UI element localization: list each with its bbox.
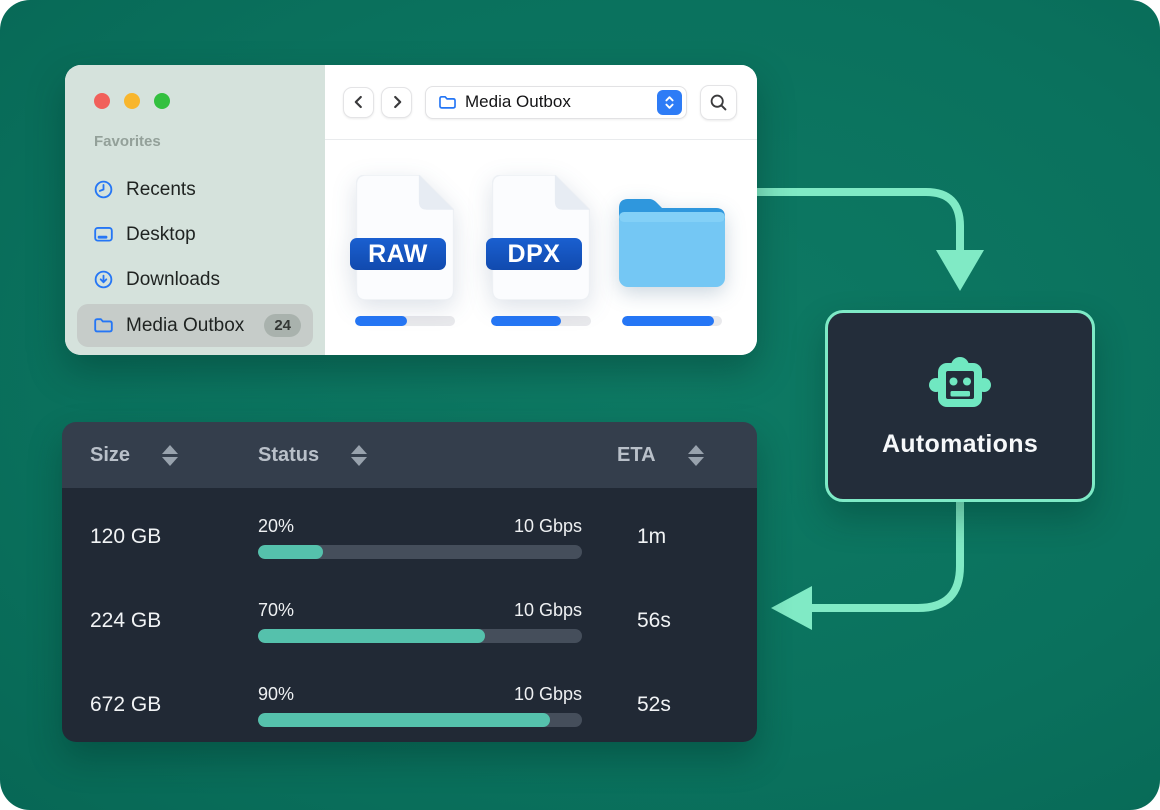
page-background: Favorites Recents Desktop: [0, 0, 1160, 810]
desktop-icon: [93, 224, 114, 245]
file-folder[interactable]: [622, 175, 722, 326]
item-count-badge: 24: [264, 314, 301, 337]
arrowhead-left-icon: [771, 586, 812, 630]
finder-window: Favorites Recents Desktop: [65, 65, 757, 355]
column-label: Size: [90, 444, 130, 467]
sidebar-item-label: Desktop: [126, 224, 196, 246]
transfer-row-2[interactable]: 224 GB 70% 10 Gbps 56s: [62, 579, 757, 663]
rate-label: 10 Gbps: [514, 516, 582, 537]
document-icon: RAW: [356, 175, 454, 300]
percent-label: 20%: [258, 516, 294, 537]
clock-icon: [93, 179, 114, 200]
folder-icon: [93, 315, 114, 336]
chevron-left-icon: [351, 94, 367, 110]
sort-icon[interactable]: [688, 445, 704, 466]
document-icon: DPX: [492, 175, 590, 300]
window-controls: [77, 93, 313, 109]
location-dropdown[interactable]: Media Outbox: [425, 86, 687, 119]
file-progress-bar: [355, 316, 455, 326]
progress-bar: [258, 713, 582, 727]
transfer-table: Size Status ETA 120 GB 20% 10 Gbps: [62, 422, 757, 742]
column-label: Status: [258, 444, 319, 467]
chevron-right-icon: [389, 94, 405, 110]
rate-label: 10 Gbps: [514, 600, 582, 621]
sidebar-item-label: Downloads: [126, 269, 220, 291]
percent-label: 90%: [258, 684, 294, 705]
sidebar-item-downloads[interactable]: Downloads: [77, 257, 313, 302]
blue-folder-icon: [619, 192, 725, 287]
rate-label: 10 Gbps: [514, 684, 582, 705]
file-type-badge: RAW: [350, 238, 446, 270]
status-cell: 90% 10 Gbps: [258, 684, 582, 727]
sidebar-item-desktop[interactable]: Desktop: [77, 212, 313, 257]
close-window-icon[interactable]: [94, 93, 110, 109]
file-raw[interactable]: RAW: [355, 175, 455, 326]
column-header-status[interactable]: Status: [258, 444, 582, 467]
automations-node[interactable]: Automations: [825, 310, 1095, 502]
finder-main-pane: Media Outbox: [325, 65, 757, 355]
arrow-finder-to-automations: [748, 192, 984, 291]
table-body: 120 GB 20% 10 Gbps 1m 224 GB 70% 10 Gbps: [62, 488, 757, 742]
arrow-automations-to-table: [771, 498, 960, 630]
sidebar-section-label: Favorites: [77, 133, 313, 150]
folder-icon: [438, 93, 457, 112]
percent-label: 70%: [258, 600, 294, 621]
sidebar-item-label: Recents: [126, 179, 196, 201]
location-label: Media Outbox: [465, 92, 649, 112]
file-progress-bar: [622, 316, 722, 326]
eta-cell: 1m: [582, 525, 666, 549]
progress-bar: [258, 629, 582, 643]
eta-cell: 56s: [582, 609, 671, 633]
sidebar-item-media-outbox[interactable]: Media Outbox 24: [77, 304, 313, 347]
progress-bar: [258, 545, 582, 559]
zoom-window-icon[interactable]: [154, 93, 170, 109]
finder-sidebar: Favorites Recents Desktop: [65, 65, 325, 355]
transfer-row-1[interactable]: 120 GB 20% 10 Gbps 1m: [62, 495, 757, 579]
download-circle-icon: [93, 269, 114, 290]
finder-toolbar: Media Outbox: [325, 65, 757, 140]
size-cell: 224 GB: [62, 609, 258, 633]
status-cell: 70% 10 Gbps: [258, 600, 582, 643]
minimize-window-icon[interactable]: [124, 93, 140, 109]
sort-icon[interactable]: [351, 445, 367, 466]
forward-button[interactable]: [381, 87, 412, 118]
file-dpx[interactable]: DPX: [491, 175, 591, 326]
search-icon: [709, 93, 728, 112]
column-header-eta[interactable]: ETA: [582, 444, 704, 467]
eta-cell: 52s: [582, 693, 671, 717]
sidebar-item-label: Media Outbox: [126, 315, 244, 337]
status-cell: 20% 10 Gbps: [258, 516, 582, 559]
back-button[interactable]: [343, 87, 374, 118]
automations-label: Automations: [882, 430, 1038, 459]
transfer-row-3[interactable]: 672 GB 90% 10 Gbps 52s: [62, 663, 757, 742]
robot-icon: [929, 354, 991, 410]
chevron-up-down-icon: [663, 95, 676, 110]
table-header-row: Size Status ETA: [62, 422, 757, 488]
search-button[interactable]: [700, 85, 737, 120]
size-cell: 120 GB: [62, 525, 258, 549]
size-cell: 672 GB: [62, 693, 258, 717]
column-header-size[interactable]: Size: [62, 444, 258, 467]
sort-icon[interactable]: [162, 445, 178, 466]
arrowhead-down-icon: [936, 250, 984, 291]
finder-file-grid: RAW DPX: [325, 140, 757, 355]
column-label: ETA: [617, 444, 656, 467]
file-type-badge: DPX: [486, 238, 582, 270]
sidebar-item-recents[interactable]: Recents: [77, 167, 313, 212]
file-progress-bar: [491, 316, 591, 326]
dropdown-stepper-icon: [657, 90, 682, 115]
